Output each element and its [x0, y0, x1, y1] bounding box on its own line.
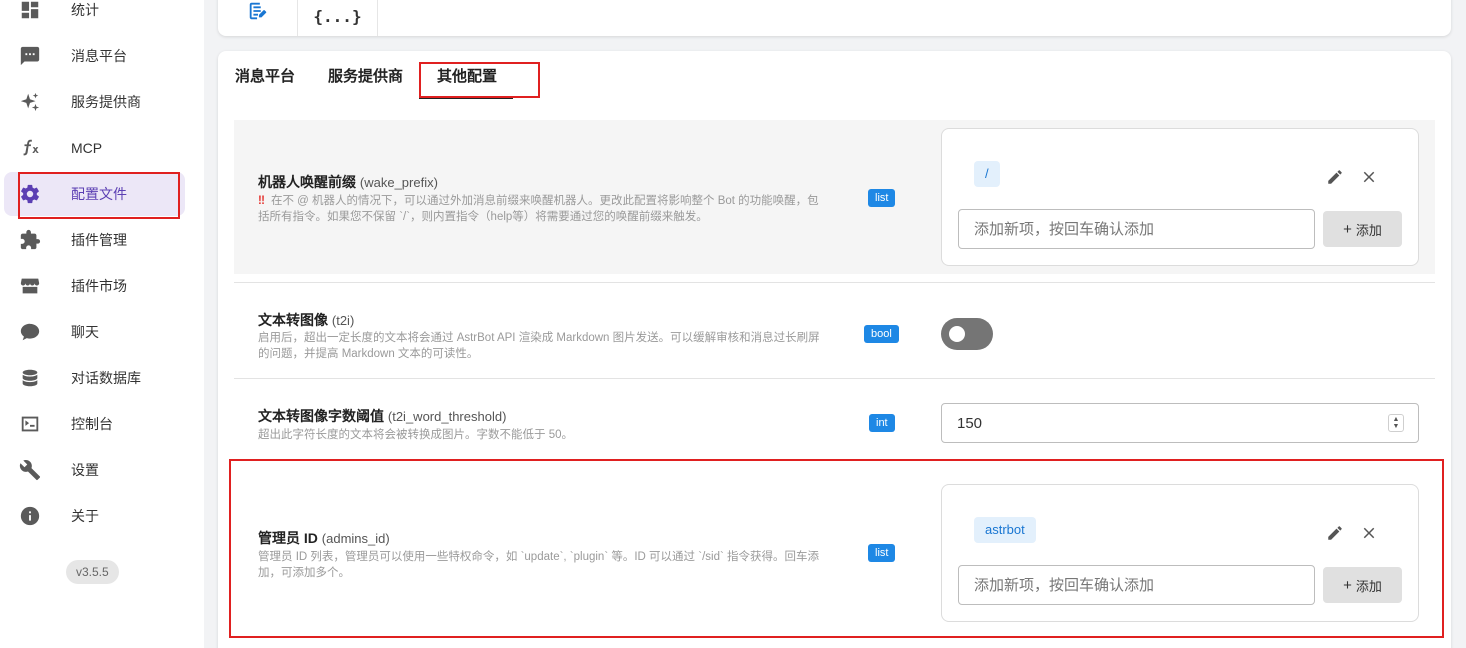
setting-description: ‼ 在不 @ 机器人的情况下，可以通过外加消息前缀来唤醒机器人。更改此配置将影响整…	[258, 195, 819, 223]
type-badge: int	[869, 414, 895, 432]
sidebar-item-console[interactable]: 控制台	[4, 402, 185, 446]
form-edit-icon	[247, 0, 269, 27]
puzzle-icon	[18, 228, 42, 252]
t2i-toggle[interactable]	[941, 318, 993, 350]
gear-icon	[18, 182, 42, 206]
sidebar-item-label: 对话数据库	[71, 370, 141, 386]
console-icon	[18, 412, 42, 436]
edit-button[interactable]	[1324, 166, 1346, 188]
setting-title: 文本转图像 (t2i)	[258, 312, 355, 328]
plus-icon: +	[1343, 220, 1352, 238]
setting-row-admins-id: 管理员 ID (admins_id) 管理员 ID 列表，管理员可以使用一些特权…	[234, 476, 1435, 630]
clear-button[interactable]	[1358, 522, 1380, 544]
code-braces-icon: {...}	[313, 6, 362, 26]
chevron-up-icon: ▲	[1392, 416, 1400, 423]
pencil-icon	[1328, 170, 1342, 184]
setting-row-t2i: 文本转图像 (t2i) 启用后，超出一定长度的文本将会通过 AstrBot AP…	[234, 283, 1435, 378]
list-item-chip[interactable]: /	[974, 161, 1000, 187]
sidebar-item-chat[interactable]: 聊天	[4, 310, 185, 354]
sidebar-item-label: 统计	[71, 2, 99, 18]
setting-description: 启用后，超出一定长度的文本将会通过 AstrBot API 渲染成 Markdo…	[258, 332, 820, 360]
sidebar-item-about[interactable]: 关于	[4, 494, 185, 538]
sidebar-item-label: MCP	[71, 140, 103, 156]
sidebar-item-plugin-manager[interactable]: 插件管理	[4, 218, 185, 262]
tab-message-platform[interactable]: 消息平台	[235, 65, 295, 89]
list-item-chip[interactable]: astrbot	[974, 517, 1036, 543]
message-icon	[18, 44, 42, 68]
sidebar-item-message-platform[interactable]: 消息平台	[4, 34, 185, 78]
info-icon	[18, 504, 42, 528]
type-badge: bool	[864, 325, 899, 343]
list-editor: astrbot +添加	[941, 484, 1419, 622]
sidebar-item-stats[interactable]: 统计	[4, 0, 185, 32]
sidebar-item-label: 插件管理	[71, 232, 127, 248]
wrench-icon	[18, 458, 42, 482]
plus-icon: +	[1343, 576, 1352, 594]
chat-bubble-icon	[18, 320, 42, 344]
setting-title: 机器人唤醒前缀 (wake_prefix)	[258, 174, 438, 190]
pencil-icon	[1328, 526, 1342, 540]
warning-icon: ‼	[258, 195, 265, 207]
sparkle-icon	[18, 90, 42, 114]
sidebar-item-label: 关于	[71, 508, 99, 524]
sidebar-item-label: 设置	[71, 462, 99, 478]
function-icon	[18, 136, 42, 160]
sidebar-item-label: 插件市场	[71, 278, 127, 294]
tab-code-editor[interactable]: {...}	[298, 0, 378, 36]
add-item-button[interactable]: + 添加	[1323, 567, 1402, 603]
sidebar-item-label: 聊天	[71, 324, 99, 340]
editor-mode-bar: {...}	[218, 0, 1451, 36]
word-threshold-input[interactable]: 150 ▲ ▼	[941, 403, 1419, 443]
sidebar-item-plugin-market[interactable]: 插件市场	[4, 264, 185, 308]
clear-button[interactable]	[1358, 166, 1380, 188]
setting-row-t2i-word-threshold: 文本转图像字数阈值 (t2i_word_threshold) 超出此字符长度的文…	[234, 379, 1435, 459]
close-icon	[1363, 171, 1375, 183]
sidebar-item-label: 配置文件	[71, 186, 127, 202]
tab-other-config[interactable]: 其他配置	[418, 65, 514, 99]
edit-button[interactable]	[1324, 522, 1346, 544]
sidebar-item-mcp[interactable]: MCP	[4, 126, 185, 170]
setting-description: 超出此字符长度的文本将会被转换成图片。字数不能低于 50。	[258, 429, 573, 441]
setting-row-wake-prefix: 机器人唤醒前缀 (wake_prefix) ‼ 在不 @ 机器人的情况下，可以通过…	[234, 120, 1435, 274]
list-editor: / +添加	[941, 128, 1419, 266]
tab-visual-editor[interactable]	[218, 0, 298, 36]
close-icon	[1363, 527, 1375, 539]
sidebar-item-config[interactable]: 配置文件	[4, 172, 185, 216]
sidebar-item-label: 控制台	[71, 416, 113, 432]
chevron-down-icon: ▼	[1392, 423, 1400, 430]
database-icon	[18, 366, 42, 390]
sidebar-item-settings[interactable]: 设置	[4, 448, 185, 492]
input-value: 150	[957, 415, 983, 432]
store-icon	[18, 274, 42, 298]
new-item-input[interactable]	[958, 209, 1315, 249]
sidebar-item-conversation-db[interactable]: 对话数据库	[4, 356, 185, 400]
new-item-input[interactable]	[958, 565, 1315, 605]
toggle-knob	[949, 326, 965, 342]
sidebar-item-label: 服务提供商	[71, 94, 141, 110]
type-badge: list	[868, 189, 896, 207]
sidebar-item-providers[interactable]: 服务提供商	[4, 80, 185, 124]
dashboard-icon	[18, 0, 42, 22]
add-item-button[interactable]: + 添加	[1323, 211, 1402, 247]
sidebar: 统计 消息平台 服务提供商 MCP 配置文件 插件管理 插件市场 聊天 对话数据…	[0, 0, 204, 648]
number-stepper[interactable]: ▲ ▼	[1388, 414, 1404, 432]
setting-title: 文本转图像字数阈值 (t2i_word_threshold)	[258, 408, 507, 424]
setting-title: 管理员 ID (admins_id)	[258, 530, 390, 546]
tab-providers[interactable]: 服务提供商	[328, 65, 403, 89]
setting-description: 管理员 ID 列表，管理员可以使用一些特权命令，如 `update`, `plu…	[258, 551, 819, 579]
version-chip: v3.5.5	[66, 560, 119, 584]
sidebar-item-label: 消息平台	[71, 48, 127, 64]
type-badge: list	[868, 544, 896, 562]
